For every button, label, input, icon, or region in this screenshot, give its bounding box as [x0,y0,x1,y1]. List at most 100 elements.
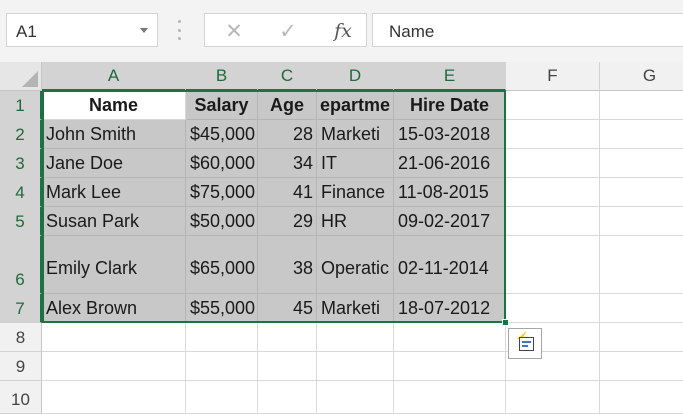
cancel-icon[interactable]: ✕ [214,14,254,48]
cell-a5[interactable]: Susan Park [42,207,186,236]
cell-e6[interactable]: 02-11-2014 [394,236,506,294]
cell-e2[interactable]: 15-03-2018 [394,120,506,149]
drag-handle-icon[interactable] [178,20,181,40]
cell-c8[interactable] [258,323,317,352]
cell-b9[interactable] [186,352,258,381]
row-header-5[interactable]: 5 [0,207,42,236]
cell-b5[interactable]: $50,000 [186,207,258,236]
formula-value[interactable]: Name [389,22,434,42]
row-header-6[interactable]: 6 [0,236,42,294]
name-box-value[interactable]: A1 [16,22,37,42]
cell-d3[interactable]: IT [317,149,394,178]
fill-handle[interactable] [502,319,509,326]
cell-a8[interactable] [42,323,186,352]
column-header-c[interactable]: C [258,62,317,91]
insert-function-icon[interactable]: fx [323,14,363,48]
cell-g9[interactable] [600,352,683,381]
row-header-7[interactable]: 7 [0,294,42,323]
cell-b4[interactable]: $75,000 [186,178,258,207]
row-header-3[interactable]: 3 [0,149,42,178]
enter-icon[interactable]: ✓ [268,14,308,48]
formula-buttons: ✕ ✓ fx [204,13,367,47]
row-header-10[interactable]: 10 [0,381,42,414]
cell-g4[interactable] [600,178,683,207]
cell-c6[interactable]: 38 [258,236,317,294]
chevron-down-icon[interactable] [140,28,148,33]
cell-a1[interactable]: Name [42,91,186,120]
cell-e3[interactable]: 21-06-2016 [394,149,506,178]
formula-input[interactable]: Name [372,13,683,47]
row-header-9[interactable]: 9 [0,352,42,381]
cell-g3[interactable] [600,149,683,178]
cell-c7[interactable]: 45 [258,294,317,323]
cell-b1[interactable]: Salary [186,91,258,120]
cell-e9[interactable] [394,352,506,381]
select-all-icon[interactable] [22,71,38,87]
cell-d10[interactable] [317,381,394,414]
cell-c2[interactable]: 28 [258,120,317,149]
quick-analysis-icon [519,337,534,351]
cell-f5[interactable] [506,207,600,236]
cell-b3[interactable]: $60,000 [186,149,258,178]
column-header-g[interactable]: G [600,62,683,91]
cell-c10[interactable] [258,381,317,414]
column-header-a[interactable]: A [42,62,186,91]
cell-f4[interactable] [506,178,600,207]
cell-d2[interactable]: Marketi [317,120,394,149]
cell-e7[interactable]: 18-07-2012 [394,294,506,323]
cell-b8[interactable] [186,323,258,352]
cell-d1[interactable]: epartme [317,91,394,120]
select-all-button[interactable] [0,62,42,91]
cell-d5[interactable]: HR [317,207,394,236]
cell-a7[interactable]: Alex Brown [42,294,186,323]
cell-a6[interactable]: Emily Clark [42,236,186,294]
cell-b10[interactable] [186,381,258,414]
column-header-d[interactable]: D [317,62,394,91]
cell-d9[interactable] [317,352,394,381]
cell-c9[interactable] [258,352,317,381]
cell-a3[interactable]: Jane Doe [42,149,186,178]
cell-b7[interactable]: $55,000 [186,294,258,323]
cell-f6[interactable] [506,236,600,294]
column-header-b[interactable]: B [186,62,258,91]
cell-c3[interactable]: 34 [258,149,317,178]
cell-a9[interactable] [42,352,186,381]
column-header-f[interactable]: F [506,62,600,91]
cell-g5[interactable] [600,207,683,236]
row-header-8[interactable]: 8 [0,323,42,352]
cell-c5[interactable]: 29 [258,207,317,236]
cell-f10[interactable] [506,381,600,414]
cell-g6[interactable] [600,236,683,294]
row-header-1[interactable]: 1 [0,91,42,120]
cell-a10[interactable] [42,381,186,414]
cell-g1[interactable] [600,91,683,120]
cell-g10[interactable] [600,381,683,414]
cell-e4[interactable]: 11-08-2015 [394,178,506,207]
row-header-2[interactable]: 2 [0,120,42,149]
cell-f2[interactable] [506,120,600,149]
name-box[interactable]: A1 [6,13,158,47]
quick-analysis-button[interactable]: ⚡ [508,328,542,359]
cell-g8[interactable] [600,323,683,352]
cell-d4[interactable]: Finance [317,178,394,207]
cell-g2[interactable] [600,120,683,149]
cell-e8[interactable] [394,323,506,352]
row-header-4[interactable]: 4 [0,178,42,207]
cell-g7[interactable] [600,294,683,323]
cell-d6[interactable]: Operatic [317,236,394,294]
cell-e1[interactable]: Hire Date [394,91,506,120]
cell-b2[interactable]: $45,000 [186,120,258,149]
cell-c4[interactable]: 41 [258,178,317,207]
cell-f7[interactable] [506,294,600,323]
cell-e10[interactable] [394,381,506,414]
cell-c1[interactable]: Age [258,91,317,120]
cell-d8[interactable] [317,323,394,352]
column-header-e[interactable]: E [394,62,506,91]
cell-f1[interactable] [506,91,600,120]
cell-f3[interactable] [506,149,600,178]
cell-a4[interactable]: Mark Lee [42,178,186,207]
cell-a2[interactable]: John Smith [42,120,186,149]
cell-e5[interactable]: 09-02-2017 [394,207,506,236]
cell-b6[interactable]: $65,000 [186,236,258,294]
cell-d7[interactable]: Marketi [317,294,394,323]
